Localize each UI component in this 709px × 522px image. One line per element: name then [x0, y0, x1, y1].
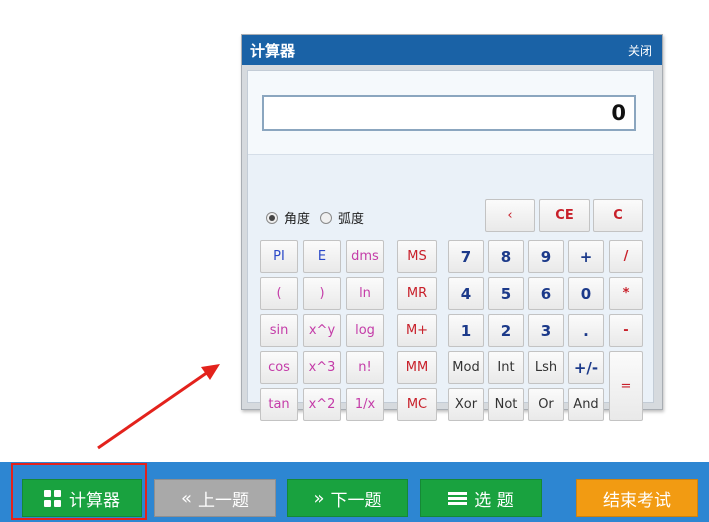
key-factorial[interactable]: n!	[346, 351, 384, 384]
key-ln[interactable]: ln	[346, 277, 384, 310]
double-chevron-right-icon: »	[313, 487, 325, 509]
key-equals[interactable]: =	[609, 351, 643, 421]
key-e[interactable]: E	[303, 240, 341, 273]
key-log[interactable]: log	[346, 314, 384, 347]
key-cos[interactable]: cos	[260, 351, 298, 384]
angle-mode-group: 角度 弧度	[266, 208, 374, 227]
key-or[interactable]: Or	[528, 388, 564, 421]
key-4[interactable]: 4	[448, 277, 484, 310]
key-sin[interactable]: sin	[260, 314, 298, 347]
angle-radian-radio[interactable]	[320, 211, 333, 224]
calculator-title: 计算器	[250, 42, 296, 60]
key-5[interactable]: 5	[488, 277, 524, 310]
key-3[interactable]: 3	[528, 314, 564, 347]
key-lsh[interactable]: Lsh	[528, 351, 564, 384]
prev-question-label: 上一题	[198, 490, 249, 511]
key-minus[interactable]: -	[609, 314, 643, 347]
finish-exam-button[interactable]: 结束考试	[576, 479, 698, 517]
backspace-key[interactable]: ‹	[485, 199, 535, 232]
calculator-button-label: 计算器	[69, 490, 120, 511]
calculator-title-bar[interactable]: 计算器 关闭	[242, 35, 662, 65]
key-dms[interactable]: dms	[346, 240, 384, 273]
calculator-display[interactable]: 0	[262, 95, 636, 131]
key-decimal[interactable]: .	[568, 314, 604, 347]
calculator-body: 0 角度 弧度 ‹ CE C PI E dms ( ) ln sin x^y l…	[247, 70, 654, 421]
key-and[interactable]: And	[568, 388, 604, 421]
close-button[interactable]: 关闭	[628, 42, 652, 59]
key-xor[interactable]: Xor	[448, 388, 484, 421]
key-x-pow-y[interactable]: x^y	[303, 314, 341, 347]
key-negate[interactable]: +/-	[568, 351, 604, 384]
key-0[interactable]: 0	[568, 277, 604, 310]
angle-radian-label: 弧度	[338, 212, 365, 227]
select-question-label: 选 题	[474, 490, 514, 511]
key-7[interactable]: 7	[448, 240, 484, 273]
double-chevron-left-icon: «	[180, 487, 192, 509]
key-pi[interactable]: PI	[260, 240, 298, 273]
key-memory-minus[interactable]: MM	[397, 351, 437, 384]
list-icon	[448, 491, 468, 505]
next-question-button[interactable]: » 下一题	[287, 479, 408, 517]
key-reciprocal[interactable]: 1/x	[346, 388, 384, 421]
key-memory-add[interactable]: M+	[397, 314, 437, 347]
key-x-cube[interactable]: x^3	[303, 351, 341, 384]
select-question-button[interactable]: 选 题	[420, 479, 542, 517]
key-8[interactable]: 8	[488, 240, 524, 273]
clear-key[interactable]: C	[593, 199, 643, 232]
key-close-paren[interactable]: )	[303, 277, 341, 310]
key-1[interactable]: 1	[448, 314, 484, 347]
key-divide[interactable]: /	[609, 240, 643, 273]
prev-question-button[interactable]: « 上一题	[154, 479, 276, 517]
calculator-window: 计算器 关闭 0 角度 弧度 ‹ CE C PI E dms ( ) ln si…	[241, 34, 663, 421]
grid-icon	[44, 489, 61, 507]
key-multiply[interactable]: *	[609, 277, 643, 310]
key-int[interactable]: Int	[488, 351, 524, 384]
key-plus[interactable]: +	[568, 240, 604, 273]
key-x-square[interactable]: x^2	[303, 388, 341, 421]
key-tan[interactable]: tan	[260, 388, 298, 421]
bottom-toolbar: 计算器 « 上一题 » 下一题 选 题 结束考试	[0, 462, 709, 522]
key-not[interactable]: Not	[488, 388, 524, 421]
key-memory-recall[interactable]: MR	[397, 277, 437, 310]
display-area: 0	[248, 71, 653, 155]
key-mod[interactable]: Mod	[448, 351, 484, 384]
key-6[interactable]: 6	[528, 277, 564, 310]
key-open-paren[interactable]: (	[260, 277, 298, 310]
key-2[interactable]: 2	[488, 314, 524, 347]
key-memory-store[interactable]: MS	[397, 240, 437, 273]
angle-degree-label: 角度	[284, 212, 311, 227]
next-question-label: 下一题	[330, 490, 382, 511]
key-memory-clear[interactable]: MC	[397, 388, 437, 421]
calculator-button[interactable]: 计算器	[22, 479, 142, 517]
angle-degree-radio[interactable]	[266, 211, 278, 224]
finish-exam-label: 结束考试	[603, 490, 671, 511]
key-9[interactable]: 9	[528, 240, 564, 273]
clear-entry-key[interactable]: CE	[539, 199, 590, 232]
